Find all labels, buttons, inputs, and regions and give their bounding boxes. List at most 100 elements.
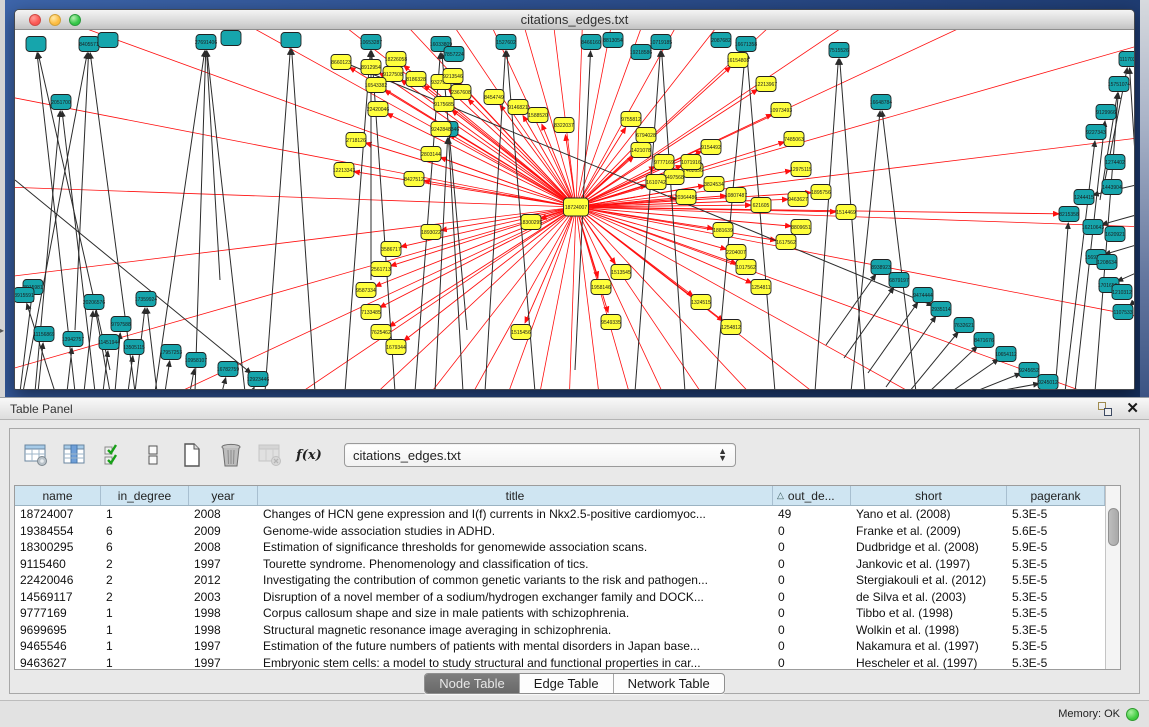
graph-node[interactable]: 9245652 [1019,363,1039,378]
graph-node[interactable] [221,31,241,46]
graph-node[interactable]: 6794028 [636,128,656,143]
graph-node[interactable] [281,33,301,48]
network-canvas[interactable]: 8405571276914061065328716033809785722415… [15,30,1134,389]
graph-node[interactable]: 2935114 [931,302,951,317]
graph-node[interactable]: 7485063 [784,132,804,147]
tab-network-table[interactable]: Network Table [614,674,724,693]
graph-node[interactable]: 9146821 [508,100,528,115]
graph-node[interactable]: 9227343 [1086,125,1106,140]
graph-node[interactable]: 7857224 [444,47,464,62]
graph-node[interactable]: 12975115 [790,162,812,177]
minimize-window-icon[interactable] [49,14,61,26]
graph-node[interactable]: 1513545 [611,265,631,280]
graph-node[interactable]: 18300295 [520,215,542,230]
graph-node[interactable]: 9154492 [701,140,721,155]
graph-node[interactable]: 16782759 [217,362,239,377]
table-row[interactable]: 946362711997Embryonic stem cells: a mode… [15,655,1105,672]
graph-node[interactable]: 8912954 [361,60,381,75]
graph-node[interactable]: 1210312 [1112,285,1132,300]
table-row[interactable]: 911546021997Tourette syndrome. Phenomeno… [15,556,1105,573]
graph-node[interactable] [26,37,46,52]
table-row[interactable]: 969969511998Structural magnetic resonanc… [15,622,1105,639]
graph-node[interactable]: 1208634 [1097,255,1117,270]
graph-node[interactable]: 6879197 [889,273,909,288]
graph-node[interactable]: 9213546 [443,69,463,84]
graph-node[interactable]: 6497568 [664,170,684,185]
scrollbar-thumb[interactable] [1108,508,1119,546]
graph-node[interactable]: 2367608 [451,85,471,100]
graph-node[interactable]: 7515526 [829,43,849,58]
column-header-out_de[interactable]: △out_de... [773,486,851,505]
vertical-scrollbar[interactable] [1105,486,1120,669]
graph-node[interactable]: 1588520 [528,108,548,123]
graph-node[interactable]: 18226058 [385,52,407,67]
graph-node[interactable]: 8427512 [404,172,424,187]
column-header-name[interactable]: name [15,486,101,505]
graph-node[interactable]: 1244415 [1074,190,1094,205]
graph-node[interactable]: 1893022 [421,225,441,240]
table-row[interactable]: 1830029562008Estimation of significance … [15,539,1105,556]
graph-node[interactable]: 22420046 [367,102,389,117]
graph-node[interactable]: 17957253 [160,345,182,360]
graph-node[interactable]: 3915591 [15,288,34,303]
graph-node[interactable]: 1515456 [511,325,531,340]
graph-node[interactable]: 8938923 [871,260,891,275]
graph-node[interactable]: 1274402 [1105,155,1125,170]
graph-node[interactable]: 27691406 [195,35,217,50]
graph-node[interactable]: 18724007 [564,198,589,216]
graph-node[interactable]: 16154808 [727,53,749,68]
graph-node[interactable]: 1895756 [811,185,831,200]
graph-node[interactable]: 1958146 [591,280,611,295]
graph-node[interactable]: 3586717 [381,242,401,257]
table-row[interactable]: 1872400712008Changes of HCN gene express… [15,506,1105,523]
graph-node[interactable]: 10973493 [770,103,792,118]
graph-node[interactable]: 9245012 [1038,375,1058,390]
graph-node[interactable]: 3824534 [704,177,724,192]
close-panel-icon[interactable]: ✕ [1126,402,1139,416]
graph-node[interactable]: 621605 [751,198,771,213]
graph-node[interactable]: 1679344 [386,340,406,355]
show-column-button[interactable] [61,441,89,469]
table-row[interactable]: 2242004622012Investigating the contribut… [15,572,1105,589]
graph-node[interactable]: 8454749 [484,90,504,105]
close-window-icon[interactable] [29,14,41,26]
graph-node[interactable]: 2204007 [726,245,746,260]
graph-node[interactable]: 20364486 [675,190,697,205]
graph-node[interactable]: 9175685 [434,97,454,112]
graph-node[interactable]: 8813054 [603,33,623,48]
delete-table-button[interactable] [256,441,284,469]
graph-node[interactable]: 9777169 [654,155,674,170]
graph-node[interactable]: 16648784 [870,95,892,110]
column-header-pagerank[interactable]: pagerank [1007,486,1105,505]
network-window-titlebar[interactable]: citations_edges.txt [15,10,1134,30]
row-height-button[interactable] [139,441,167,469]
graph-node[interactable]: 1881639 [713,223,733,238]
graph-node[interactable]: 20206576 [83,295,105,310]
graph-node[interactable]: 13942757 [62,332,84,347]
graph-node[interactable]: 2561713 [371,262,391,277]
graph-node[interactable]: 9587334 [356,283,376,298]
graph-node[interactable]: 13505115 [123,340,145,355]
graph-node[interactable]: 15751074 [1108,77,1130,92]
graph-node[interactable]: 1610742 [646,175,666,190]
tab-node-table[interactable]: Node Table [425,674,520,693]
graph-node[interactable]: 8466160 [581,35,601,50]
graph-node[interactable]: 1107533 [1113,305,1133,320]
graph-node[interactable]: 2718126 [346,133,366,148]
column-header-year[interactable]: year [189,486,258,505]
graph-node[interactable]: 8809651 [791,220,811,235]
graph-node[interactable]: 11156869 [33,327,55,342]
graph-node[interactable]: 7625462 [371,325,391,340]
graph-node[interactable]: 16671358 [735,37,757,52]
graph-node[interactable]: 12213343 [333,163,355,178]
graph-node[interactable]: 8471676 [974,333,994,348]
graph-node[interactable]: 1017562 [736,260,756,275]
column-header-in_degree[interactable]: in_degree [101,486,189,505]
graph-node[interactable]: 10654112 [995,347,1017,362]
graph-node[interactable]: 1254811 [751,280,771,295]
graph-node[interactable]: 1117033 [1119,52,1134,67]
graph-node[interactable]: 1421078 [631,143,651,158]
graph-node[interactable]: 2051700 [51,95,71,110]
new-file-button[interactable] [178,441,206,469]
graph-node[interactable]: 8660123 [331,55,351,70]
